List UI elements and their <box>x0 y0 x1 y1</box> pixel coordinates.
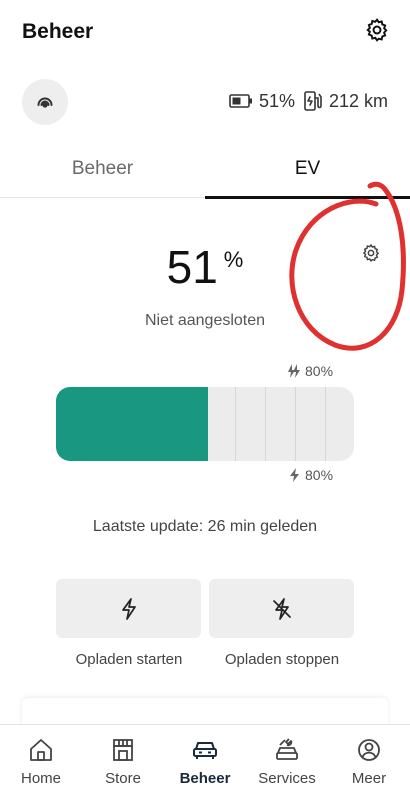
tab-beheer[interactable]: Beheer <box>0 140 205 198</box>
start-charging-label: Opladen starten <box>75 651 183 668</box>
charge-limit-top-value: 80% <box>305 363 334 379</box>
nav-beheer-label: Beheer <box>179 770 231 787</box>
nav-store[interactable]: Store <box>82 725 164 800</box>
range-stat: 212 km <box>303 90 388 112</box>
charge-limit-bottom-value: 80% <box>305 467 334 483</box>
fast-charge-icon <box>288 364 300 378</box>
nav-meer[interactable]: Meer <box>328 725 410 800</box>
store-icon <box>113 739 133 761</box>
stop-charging-label: Opladen stoppen <box>224 651 340 668</box>
nav-services[interactable]: Services <box>246 725 328 800</box>
plug-state: Niet aangesloten <box>144 312 266 329</box>
charge-settings-gear-icon[interactable] <box>361 243 381 263</box>
nav-store-label: Store <box>105 770 141 787</box>
battery-level-bar[interactable] <box>56 387 354 461</box>
start-charging-button[interactable] <box>56 579 201 638</box>
tab-bar: Beheer EV <box>0 140 410 199</box>
battery-icon <box>229 94 252 108</box>
home-icon <box>30 739 52 761</box>
vehicle-stats: 51% 212 km <box>229 88 388 114</box>
charge-percent: 51% <box>0 240 410 294</box>
charge-percent-unit: % <box>223 247 244 272</box>
services-icon <box>276 738 298 760</box>
nav-beheer[interactable]: Beheer <box>164 725 246 800</box>
battery-stat: 51% <box>229 91 295 112</box>
charge-bolt-icon <box>290 468 299 482</box>
battery-level-fill <box>56 387 208 461</box>
bottom-navigation: Home Store Beheer Services Meer <box>0 724 410 800</box>
app-header: Beheer <box>0 0 410 66</box>
remote-signal-icon <box>37 97 53 108</box>
tab-ev[interactable]: EV <box>205 140 410 199</box>
car-icon <box>193 742 217 759</box>
nav-home[interactable]: Home <box>0 725 82 800</box>
bar-segment-divider <box>295 387 296 461</box>
page-title: Beheer <box>22 20 94 43</box>
last-update-text: Laatste update: 26 min geleden <box>92 518 318 535</box>
gear-icon[interactable] <box>364 17 390 43</box>
battery-percent: 51% <box>258 90 295 111</box>
charge-percent-value: 51 <box>166 241 218 293</box>
bar-segment-divider <box>235 387 236 461</box>
bolt-off-icon <box>272 597 291 620</box>
profile-icon <box>358 739 380 761</box>
nav-services-label: Services <box>258 770 316 787</box>
charge-limit-bottom: 80% <box>289 467 333 483</box>
vehicle-status-row: 51% 212 km <box>0 72 410 132</box>
remote-signal-button[interactable] <box>22 79 68 125</box>
bar-segment-divider <box>265 387 266 461</box>
range-value: 212 km <box>328 90 388 111</box>
bar-segment-divider <box>325 387 326 461</box>
charge-limit-top: 80% <box>287 363 333 379</box>
nav-home-label: Home <box>20 770 61 787</box>
bolt-icon <box>121 597 136 620</box>
fuel-range-icon <box>304 91 322 111</box>
nav-meer-label: Meer <box>351 770 387 787</box>
stop-charging-button[interactable] <box>209 579 354 638</box>
